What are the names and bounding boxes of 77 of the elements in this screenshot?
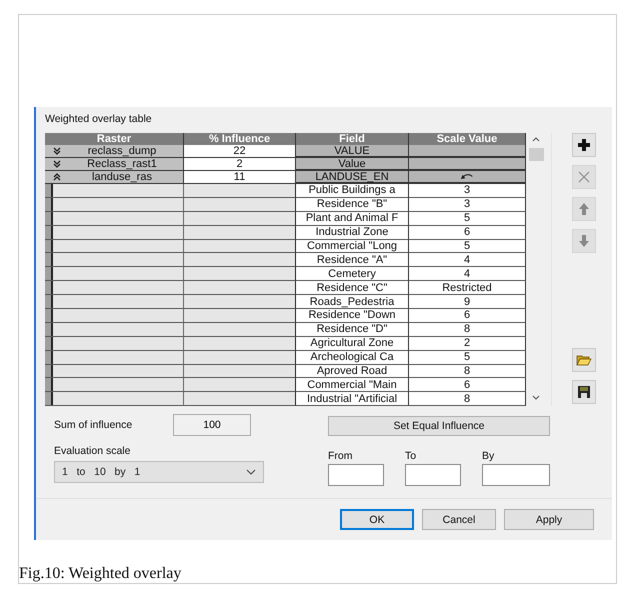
range-label: By — [482, 450, 496, 462]
raster-name: Reclass_rast1 — [86, 158, 158, 170]
range-label: From — [328, 450, 354, 462]
column-header: Scale Value — [409, 133, 526, 145]
field-cell: Cemetery — [296, 267, 409, 282]
column-header: Field — [296, 133, 409, 145]
field-cell: Residence "C" — [296, 281, 409, 296]
raster-name: reclass_dump — [86, 145, 158, 157]
up-arrow-icon — [577, 202, 591, 216]
evaluation-label: Evaluation scale — [54, 445, 132, 458]
dialog-button[interactable]: Apply — [504, 509, 594, 530]
scale-dropdown[interactable]: 1 to 10 by 1 — [54, 461, 264, 484]
scale-value-cell[interactable]: 2 — [409, 336, 526, 351]
field-cell: Archeological Ca — [296, 350, 409, 365]
field-cell: Roads_Pedestria — [296, 295, 409, 310]
set-equal-influence-button[interactable]: Set Equal Influence — [328, 416, 550, 436]
scale-value-cell[interactable]: 4 — [409, 253, 526, 268]
sum-label: Sum of influence — [54, 419, 134, 432]
influence-cell[interactable]: 22 — [184, 145, 296, 158]
save-button[interactable] — [572, 380, 596, 404]
field-cell: Commercial "Long — [296, 240, 409, 254]
scale-value-cell[interactable]: 6 — [409, 309, 526, 323]
dialog-button[interactable]: Cancel — [422, 509, 496, 530]
field-cell: Residence "Down — [296, 309, 409, 323]
field-cell: Industrial Zone — [296, 226, 409, 240]
field-cell: Commercial "Main — [296, 378, 409, 392]
scale-value-cell[interactable]: Restricted — [409, 281, 526, 296]
undo-arrow-icon[interactable] — [459, 173, 475, 180]
scroll-up-icon[interactable] — [532, 137, 540, 142]
add-button[interactable] — [572, 133, 596, 157]
range-input[interactable] — [328, 464, 384, 486]
field-cell: VALUE — [296, 145, 409, 158]
column-header: Raster — [45, 133, 184, 145]
scrollbar-thumb[interactable] — [528, 148, 544, 161]
cross-icon — [577, 170, 591, 184]
chevron-icon[interactable] — [53, 147, 61, 155]
dialog-button[interactable]: OK — [340, 509, 414, 530]
influence-cell[interactable]: 2 — [184, 158, 296, 171]
scale-value-cell[interactable]: 3 — [409, 184, 526, 198]
figure-caption: Fig.10: Weighted overlay — [19, 565, 182, 583]
field-cell: Plant and Animal F — [296, 212, 409, 226]
raster-name: landuse_ras — [91, 171, 153, 183]
field-cell: Industrial "Artificial — [296, 392, 409, 406]
field-cell: Residence "A" — [296, 253, 409, 268]
field-cell: Agricultural Zone — [296, 336, 409, 351]
field-cell: Aproved Road — [296, 364, 409, 378]
influence-cell[interactable]: 11 — [184, 171, 296, 184]
dropdown-caret-icon — [246, 469, 256, 476]
scale-value-cell[interactable]: 8 — [409, 392, 526, 406]
scale-value-cell[interactable]: 5 — [409, 350, 526, 365]
scale-value-cell[interactable]: 6 — [409, 378, 526, 392]
down-arrow-icon — [577, 234, 591, 248]
field-cell: Residence "D" — [296, 322, 409, 337]
scale-value-cell[interactable]: 4 — [409, 267, 526, 282]
scale-value-cell[interactable]: 6 — [409, 226, 526, 240]
scroll-down-icon[interactable] — [532, 395, 540, 400]
chevron-icon[interactable] — [53, 160, 61, 168]
scale-value-cell[interactable]: 8 — [409, 322, 526, 337]
range-label: To — [405, 450, 418, 462]
sum-field: 100 — [173, 414, 251, 436]
scale-value-cell[interactable]: 3 — [409, 198, 526, 212]
scale-value-cell[interactable]: 5 — [409, 240, 526, 254]
range-input[interactable] — [405, 464, 461, 486]
field-cell: Public Buildings a — [296, 184, 409, 198]
plus-icon — [577, 138, 591, 152]
column-header: % Influence — [184, 133, 296, 145]
folder-icon — [576, 353, 592, 368]
chevron-icon[interactable] — [53, 173, 61, 181]
scale-value-cell[interactable]: 9 — [409, 295, 526, 310]
scale-value-cell[interactable]: 5 — [409, 212, 526, 226]
field-cell: Value — [296, 158, 409, 171]
scale-value-cell[interactable]: 8 — [409, 364, 526, 378]
open-button[interactable] — [572, 348, 596, 372]
field-cell: LANDUSE_EN — [296, 171, 409, 184]
field-cell: Residence "B" — [296, 198, 409, 212]
panel-title: Weighted overlay table — [45, 113, 153, 125]
range-input[interactable] — [482, 464, 550, 486]
